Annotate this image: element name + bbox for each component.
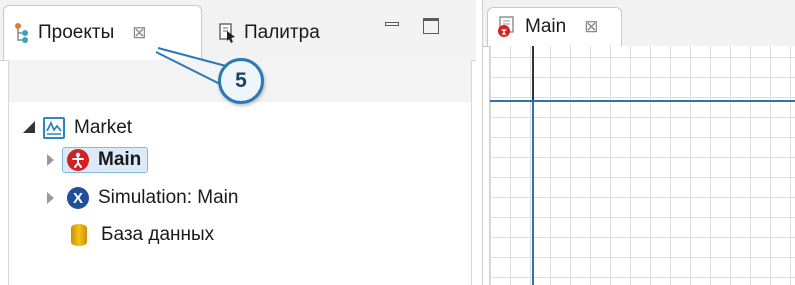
origin-vertical-guide <box>532 46 534 100</box>
model-icon <box>43 117 65 139</box>
callout-badge: 5 <box>218 58 264 104</box>
tree-item-main[interactable]: Main <box>43 144 149 176</box>
experiment-icon: X <box>67 187 89 209</box>
tree-item-simulation[interactable]: X Simulation: Main <box>43 182 238 214</box>
maximize-icon[interactable] <box>423 18 440 34</box>
close-icon[interactable]: ⊠ <box>584 17 598 37</box>
agent-type-icon <box>67 149 89 171</box>
expand-arrow-icon[interactable] <box>21 121 35 135</box>
editor-pane: Main ⊠ <box>482 0 795 285</box>
database-icon <box>71 224 87 246</box>
selection-highlight: Main <box>62 147 149 173</box>
tree-item-database[interactable]: База данных <box>57 219 214 251</box>
editor-tab-bar: Main ⊠ <box>483 0 795 47</box>
graphical-editor-canvas[interactable] <box>489 46 795 285</box>
collapsed-arrow-icon[interactable] <box>43 153 57 167</box>
tree-item-label: Market <box>74 117 133 138</box>
tab-main-label: Main <box>525 16 567 37</box>
tab-main-editor[interactable]: Main ⊠ <box>487 7 622 46</box>
collapsed-arrow-icon[interactable] <box>43 191 57 205</box>
frame-left-border <box>532 100 534 285</box>
tree-item-label: Main <box>98 149 142 170</box>
minimize-icon[interactable] <box>384 18 401 33</box>
project-tree: Market Main X Simulation: Main База данн… <box>8 102 472 285</box>
projects-pane: Проекты ⊠ Палитра Market Main X Simulati… <box>0 0 476 285</box>
tree-item-market[interactable]: Market <box>21 112 132 144</box>
window-controls <box>384 18 440 34</box>
agent-diagram-icon <box>497 16 517 38</box>
tree-item-label: Simulation: Main <box>98 187 239 208</box>
tree-item-label: База данных <box>101 224 215 245</box>
frame-top-border <box>490 100 795 102</box>
